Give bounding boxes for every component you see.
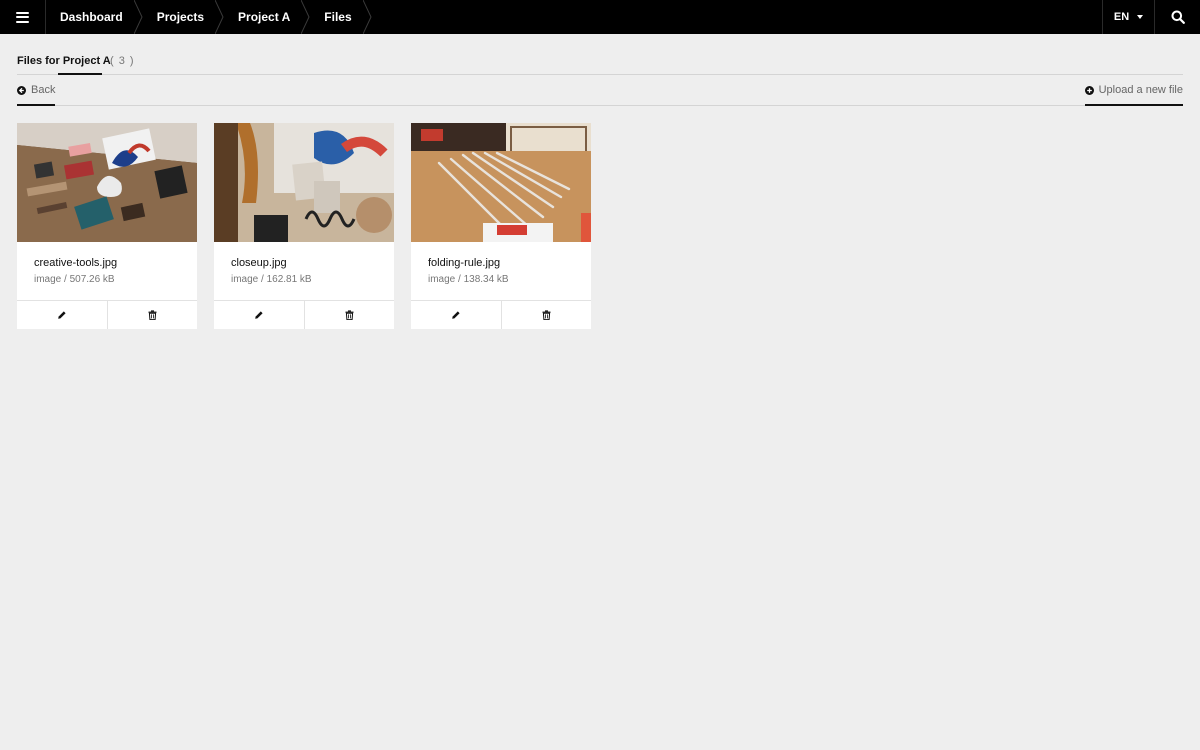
chevron-down-icon [1137,15,1144,19]
active-tab-indicator [58,73,102,75]
hamburger-icon [16,11,29,23]
file-meta: image / 507.26 kB [34,274,115,285]
plus-circle-icon [1084,86,1094,95]
pencil-icon [254,311,263,319]
trash-icon [345,310,354,320]
breadcrumb-separator-icon [133,0,143,34]
top-navbar: Dashboard Projects Project A Files EN [0,0,1200,34]
file-count-badge: ( 3 ) [110,55,135,67]
breadcrumb-separator-icon [362,0,372,34]
delete-file-button[interactable] [303,301,395,329]
upload-file-link[interactable]: Upload a new file [1084,82,1183,106]
file-name[interactable]: creative-tools.jpg [34,257,117,269]
file-card: closeup.jpg image / 162.81 kB [214,123,394,329]
language-label: EN [1113,11,1130,23]
pencil-icon [57,311,66,319]
edit-file-button[interactable] [411,301,501,329]
edit-file-button[interactable] [17,301,107,329]
arrow-left-circle-icon [17,86,26,95]
breadcrumb-item-dashboard[interactable]: Dashboard [46,0,134,34]
file-meta: image / 162.81 kB [231,274,312,285]
back-label: Back [31,84,56,96]
breadcrumb-separator-icon [215,0,224,34]
language-selector[interactable]: EN [1102,0,1154,34]
breadcrumb-item-projects[interactable]: Projects [143,0,215,34]
tabs-bar: Files for Project A ( 3 ) [17,50,1183,75]
search-icon [1171,10,1185,24]
upload-label: Upload a new file [1098,84,1183,96]
file-name[interactable]: folding-rule.jpg [428,257,500,269]
file-name[interactable]: closeup.jpg [231,257,287,269]
search-button[interactable] [1154,0,1200,34]
file-meta: image / 138.34 kB [428,274,509,285]
file-actions [411,300,591,329]
trash-icon [542,310,551,320]
breadcrumb: Dashboard Projects Project A Files [46,0,372,34]
edit-file-button[interactable] [214,301,304,329]
file-thumbnail[interactable] [214,123,394,242]
back-link[interactable]: Back [17,82,56,106]
topbar-right: EN [1102,0,1200,34]
file-thumbnail[interactable] [17,123,197,242]
breadcrumb-separator-icon [301,0,310,34]
file-actions [17,300,197,329]
trash-icon [148,310,157,320]
pencil-icon [451,311,460,319]
delete-file-button[interactable] [106,301,198,329]
file-thumbnail[interactable] [411,123,591,242]
file-actions [214,300,394,329]
file-card: folding-rule.jpg image / 138.34 kB [411,123,591,329]
delete-file-button[interactable] [500,301,592,329]
action-bar: Back Upload a new file [17,82,1183,106]
file-card: creative-tools.jpg image / 507.26 kB [17,123,197,329]
tab-files[interactable]: Files for Project A [17,50,111,75]
breadcrumb-item-project-a[interactable]: Project A [224,0,301,34]
breadcrumb-item-files[interactable]: Files [310,0,362,34]
menu-button[interactable] [0,0,46,34]
